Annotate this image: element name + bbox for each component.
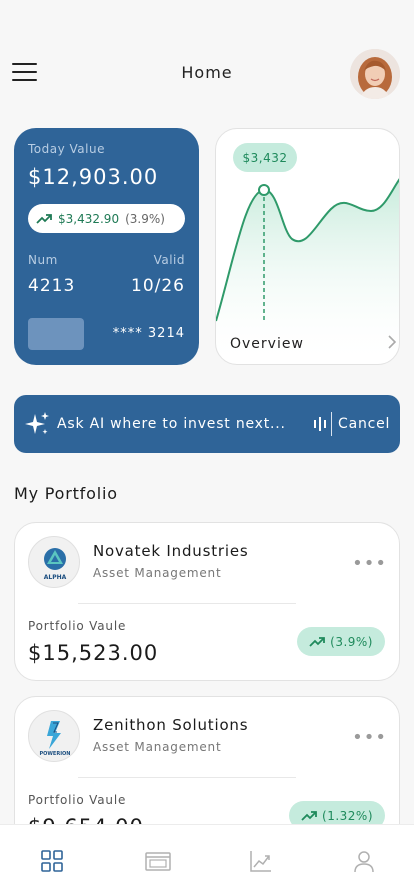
bottom-tab-bar (0, 824, 414, 896)
portfolio-value: $15,523.00 (28, 641, 159, 665)
company-category: Asset Management (93, 740, 222, 754)
num-label: Num (28, 253, 58, 267)
valid-value: 10/26 (131, 276, 185, 296)
company-category: Asset Management (93, 566, 222, 580)
app-header: Home (0, 44, 414, 104)
sparkle-icon (25, 412, 49, 435)
grid-icon[interactable] (40, 849, 66, 875)
portfolio-value-label: Portfolio Vaule (28, 619, 127, 633)
overview-card[interactable]: $3,432 Overview (215, 128, 400, 365)
ai-bar-divider (331, 412, 332, 436)
change-percent: (1.32%) (322, 808, 373, 823)
company-logo: POWERION (28, 710, 80, 762)
valid-label: Valid (153, 253, 185, 267)
portfolio-title: My Portfolio (14, 484, 118, 503)
balance-card[interactable]: Today Value $12,903.00 $3,432.90 (3.9%) … (14, 128, 199, 365)
company-logo: ALPHA (28, 536, 80, 588)
trending-up-icon (309, 636, 326, 647)
overview-label: Overview (230, 336, 304, 352)
card-divider (78, 777, 296, 778)
wallet-icon[interactable] (145, 849, 171, 875)
overview-marker-point[interactable] (258, 184, 270, 196)
more-options-icon[interactable]: ••• (352, 727, 387, 748)
portfolio-value-label: Portfolio Vaule (28, 793, 127, 807)
voice-wave-icon[interactable] (313, 416, 327, 432)
chart-icon[interactable] (249, 849, 275, 875)
change-value: $3,432.90 (58, 211, 120, 226)
overview-badge: $3,432 (233, 143, 297, 172)
change-pill: $3,432.90 (3.9%) (28, 204, 185, 233)
ask-ai-bar[interactable]: Ask AI where to invest next... Cancel (14, 395, 400, 453)
change-percent: (3.9%) (125, 211, 165, 226)
user-avatar[interactable] (350, 49, 400, 99)
portfolio-card[interactable]: ALPHA Novatek Industries Asset Managemen… (14, 522, 400, 681)
ask-ai-prompt[interactable]: Ask AI where to invest next... (57, 416, 286, 432)
company-name: Zenithon Solutions (93, 716, 249, 734)
masked-card-number: **** 3214 (112, 326, 185, 341)
company-logo-text: ALPHA (44, 574, 67, 581)
company-logo-text: POWERION (40, 751, 71, 757)
profile-icon[interactable] (352, 849, 378, 875)
num-value: 4213 (28, 276, 76, 296)
more-options-icon[interactable]: ••• (352, 553, 387, 574)
card-divider (78, 603, 296, 604)
company-name: Novatek Industries (93, 542, 249, 560)
change-badge: (3.9%) (297, 627, 385, 656)
card-chip (28, 318, 84, 350)
today-value: $12,903.00 (28, 165, 159, 189)
change-percent: (3.9%) (330, 634, 373, 649)
trending-up-icon (36, 213, 52, 224)
today-value-label: Today Value (28, 142, 105, 156)
cancel-button[interactable]: Cancel (338, 416, 390, 432)
trending-up-icon (301, 810, 317, 821)
